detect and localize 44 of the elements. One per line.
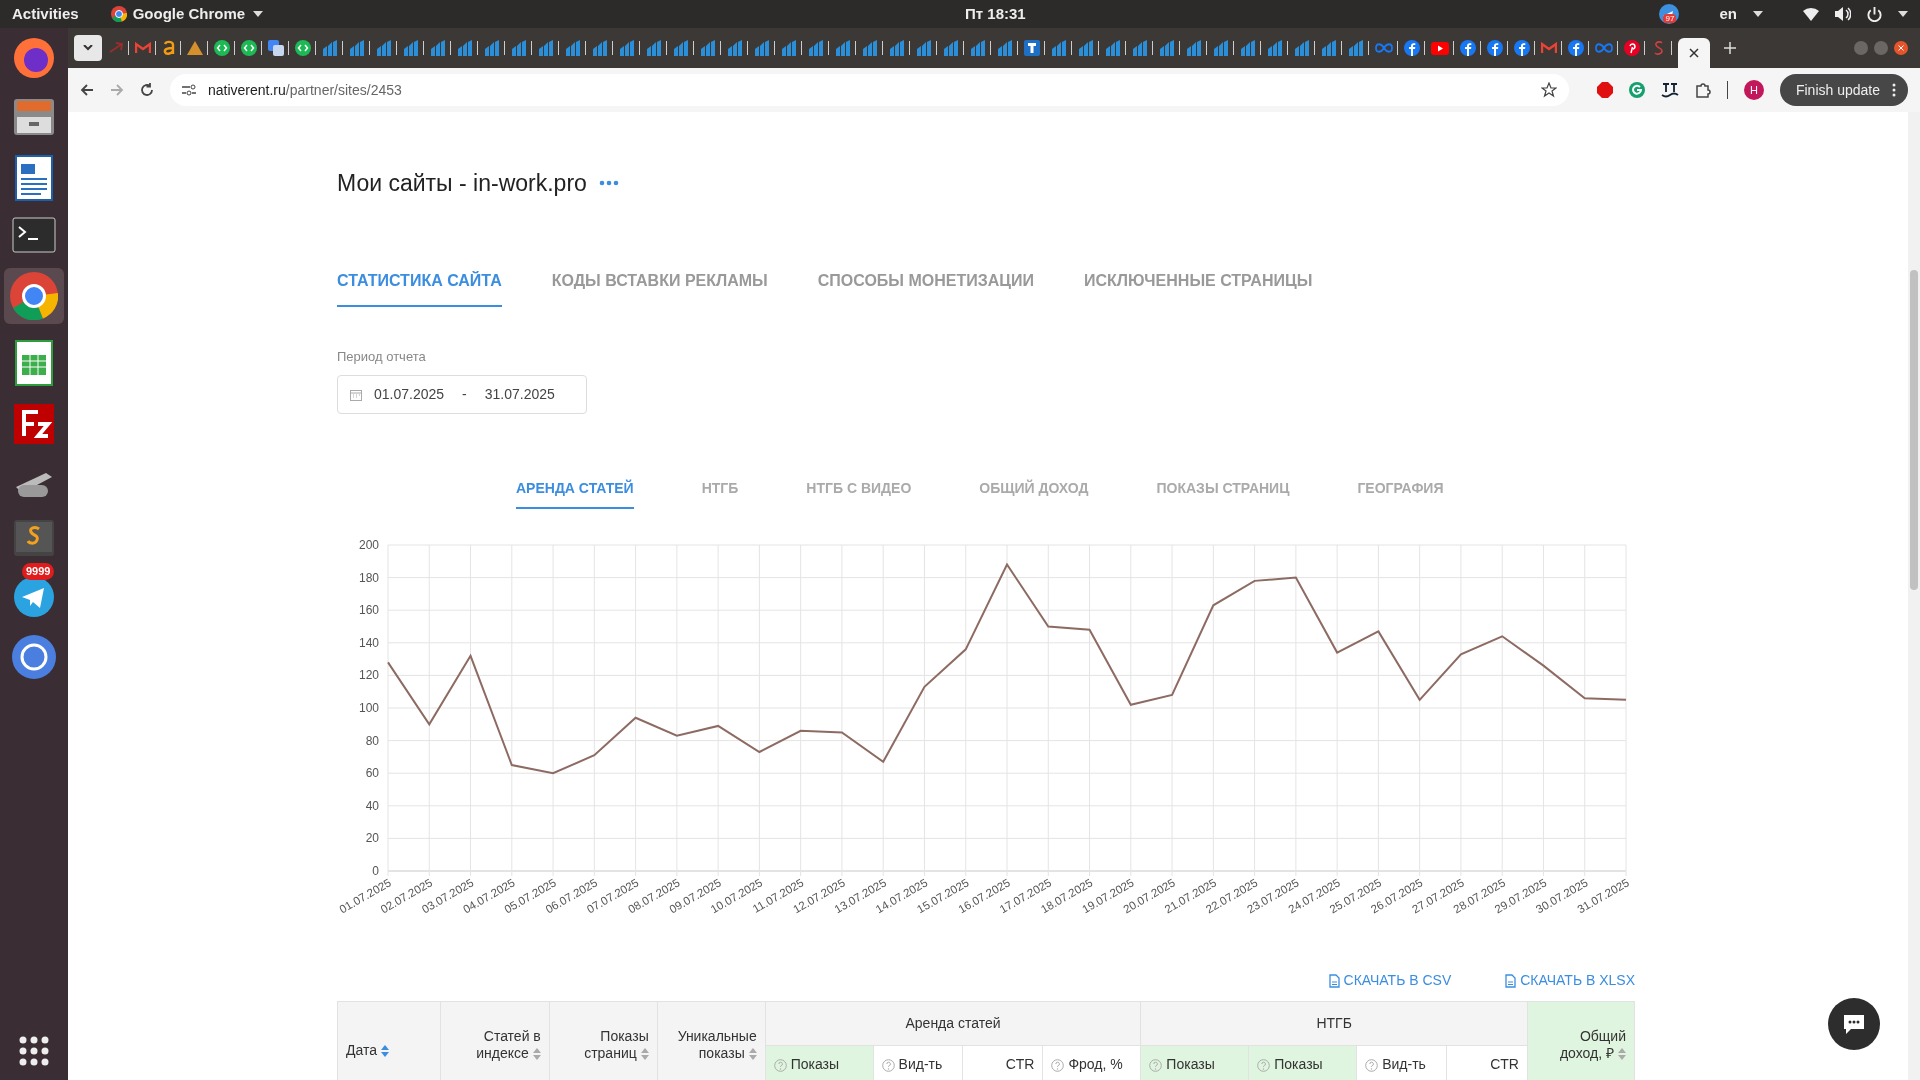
- language-menu[interactable]: en: [1719, 2, 1737, 26]
- axis-label: 40: [365, 798, 379, 813]
- column-header[interactable]: Показы страниц: [549, 1001, 658, 1080]
- column-header[interactable]: Фрод, %: [1042, 1045, 1141, 1080]
- download-link[interactable]: СКАЧАТЬ В CSV: [1328, 970, 1452, 991]
- column-header[interactable]: CTR: [1446, 1045, 1528, 1080]
- activities-button[interactable]: Activities: [12, 2, 79, 26]
- axis-label: 200: [358, 538, 379, 552]
- axis-label: 0: [372, 864, 379, 878]
- download-link[interactable]: СКАЧАТЬ В XLSX: [1505, 970, 1635, 991]
- column-header[interactable]: CTR: [962, 1045, 1043, 1080]
- column-header[interactable]: Показы: [765, 1045, 874, 1080]
- axis-label: 140: [358, 635, 379, 650]
- column-header[interactable]: Общий доход, ₽: [1527, 1001, 1635, 1080]
- axis-label: 160: [358, 603, 379, 618]
- unread-badge: 9999: [22, 563, 55, 580]
- date-from: 01.07.2025: [374, 385, 445, 404]
- axis-label: 60: [365, 766, 379, 781]
- axis-label: 80: [365, 733, 379, 748]
- axis-label: 120: [358, 668, 379, 683]
- period-label: Период отчета: [337, 347, 427, 366]
- url-text: nativerent.ru/partner/sites/2453: [208, 80, 402, 100]
- column-header[interactable]: Вид-ть: [1356, 1045, 1447, 1080]
- app-menu[interactable]: Google Chrome: [132, 2, 246, 26]
- group-header: НТГБ: [1140, 1001, 1528, 1046]
- date-range-field[interactable]: 01.07.2025 - 31.07.2025: [337, 375, 587, 414]
- column-header[interactable]: Дата: [337, 1001, 441, 1080]
- notification-badge: 97: [1663, 14, 1677, 23]
- date-to: 31.07.2025: [484, 385, 555, 404]
- column-header[interactable]: Показы: [1248, 1045, 1357, 1080]
- axis-label: 100: [358, 701, 379, 715]
- group-header: Аренда статей: [765, 1001, 1141, 1046]
- column-header[interactable]: Статей в индексе: [440, 1001, 550, 1080]
- axis-label: 180: [358, 570, 379, 585]
- clock[interactable]: Пт 18:31: [965, 2, 1026, 26]
- finish-update-button[interactable]: Finish update: [1779, 74, 1908, 106]
- axis-label: 20: [365, 831, 379, 846]
- page-title: Мои сайты - in-work.pro: [337, 169, 587, 198]
- column-header[interactable]: Уникальные показы: [657, 1001, 766, 1080]
- profile-avatar[interactable]: H: [1743, 80, 1764, 100]
- column-header[interactable]: Показы: [1140, 1045, 1249, 1080]
- address-bar[interactable]: nativerent.ru/partner/sites/2453: [170, 74, 1569, 106]
- column-header[interactable]: Вид-ть: [873, 1045, 962, 1080]
- date-separator: -: [462, 385, 467, 404]
